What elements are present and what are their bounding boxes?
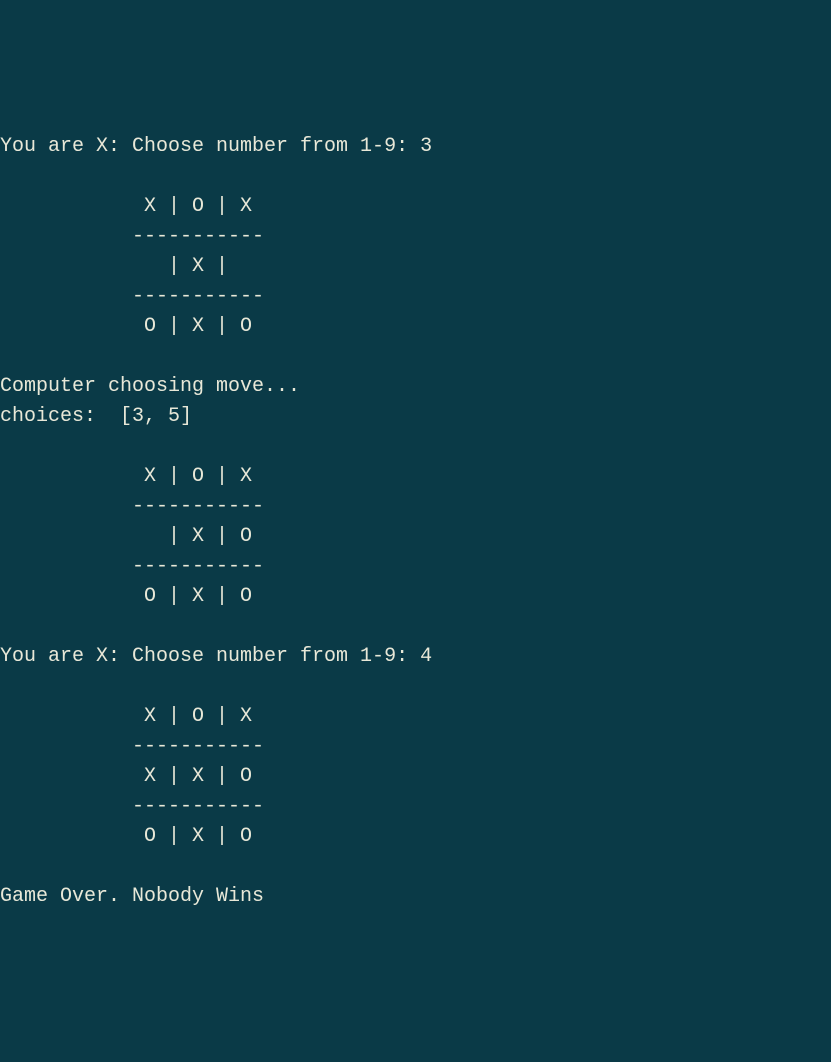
board-pad: [0, 315, 132, 338]
board-pad: [0, 195, 132, 218]
board-pad: [0, 735, 132, 758]
board-row: X | O | X: [132, 705, 252, 728]
choices-line: choices: [3, 5]: [0, 405, 192, 428]
board-pad: [0, 825, 132, 848]
board-row: X | X | O: [132, 765, 252, 788]
board-sep: -----------: [132, 285, 264, 308]
board-pad: [0, 765, 132, 788]
board-sep: -----------: [132, 735, 264, 758]
prompt-line: You are X: Choose number from 1-9: 4: [0, 645, 432, 668]
board-row: O | X | O: [132, 315, 252, 338]
board-row: | X | O: [132, 525, 252, 548]
board-row: O | X | O: [132, 825, 252, 848]
board-pad: [0, 585, 132, 608]
board-sep: -----------: [132, 225, 264, 248]
board-sep: -----------: [132, 555, 264, 578]
board-pad: [0, 525, 132, 548]
terminal-output: You are X: Choose number from 1-9: 3 X |…: [0, 120, 831, 912]
board-pad: [0, 705, 132, 728]
computer-msg: Computer choosing move...: [0, 375, 300, 398]
board-sep: -----------: [132, 495, 264, 518]
board-pad: [0, 465, 132, 488]
board-pad: [0, 255, 132, 278]
board-row: | X |: [132, 255, 252, 278]
board-pad: [0, 285, 132, 308]
prompt-line: You are X: Choose number from 1-9: 3: [0, 135, 432, 158]
board-pad: [0, 555, 132, 578]
board-pad: [0, 795, 132, 818]
board-sep: -----------: [132, 795, 264, 818]
gameover-msg: Game Over. Nobody Wins: [0, 885, 264, 908]
board-pad: [0, 225, 132, 248]
board-row: X | O | X: [132, 195, 252, 218]
board-pad: [0, 495, 132, 518]
board-row: X | O | X: [132, 465, 252, 488]
board-row: O | X | O: [132, 585, 252, 608]
